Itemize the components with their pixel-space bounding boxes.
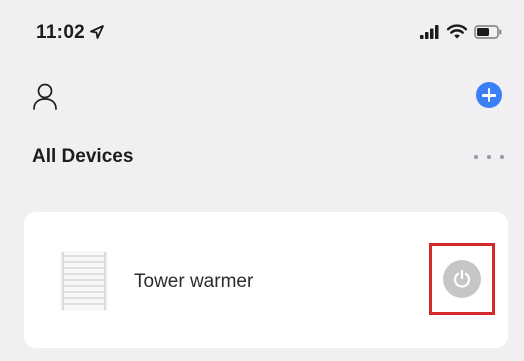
status-bar: 11:02 [0,0,524,60]
status-time-text: 11:02 [36,22,86,43]
device-card[interactable]: Tower warmer [24,212,508,348]
ellipsis-icon-dot-2 [487,155,491,159]
add-device-button[interactable] [476,82,502,108]
section-title: All Devices [32,146,134,167]
signal-icon [420,24,439,39]
ellipsis-icon-dot-1 [474,155,478,159]
ellipsis-icon-dot-3 [500,155,504,159]
status-time: 11:02 [36,22,105,44]
towel-warmer-icon [60,251,108,311]
location-arrow-icon [90,25,104,39]
wifi-icon [447,24,467,39]
power-icon [453,269,471,288]
status-icons [420,24,502,39]
more-options-button[interactable] [474,150,504,164]
battery-icon [474,24,502,39]
user-icon[interactable] [32,82,58,110]
power-button[interactable] [443,260,481,298]
device-name: Tower warmer [134,271,254,292]
